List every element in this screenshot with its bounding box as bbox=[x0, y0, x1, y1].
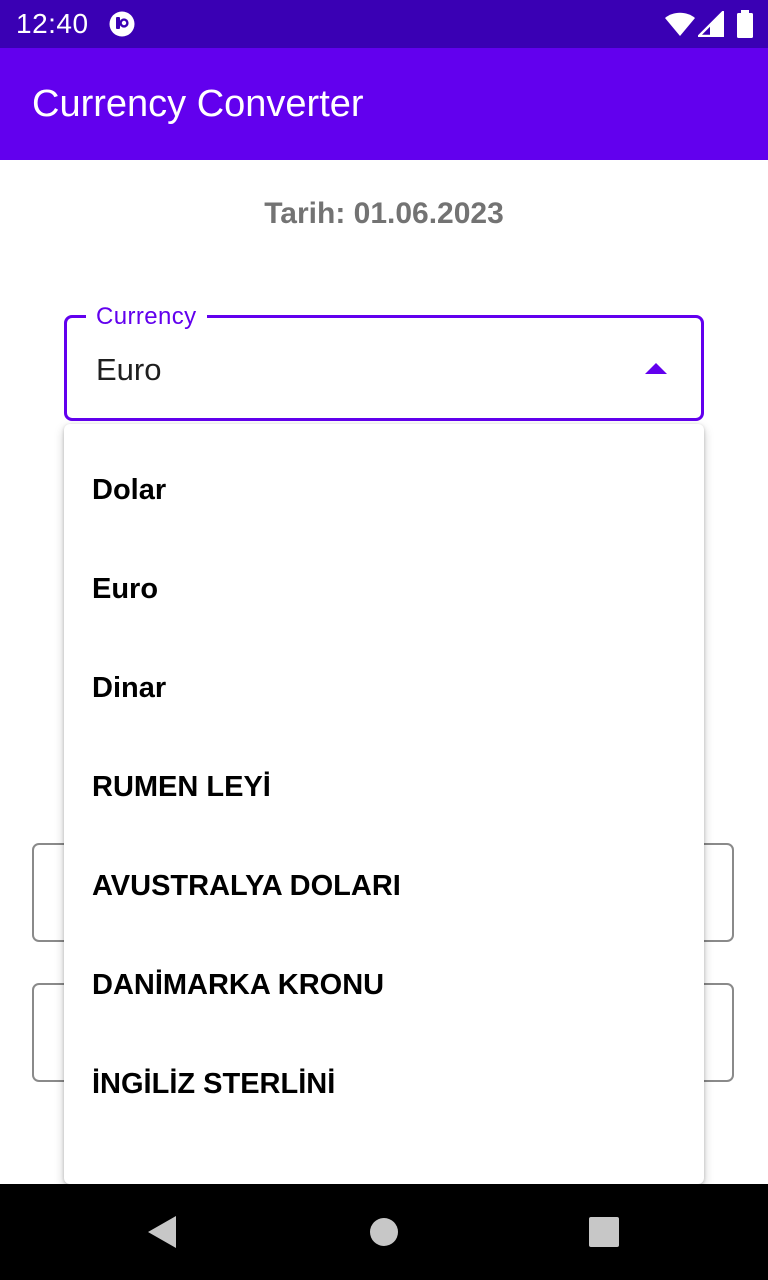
home-icon bbox=[370, 1218, 398, 1246]
dropdown-option-partial[interactable] bbox=[64, 1134, 704, 1184]
dropdown-option-ingiliz-sterlini[interactable]: İNGİLİZ STERLİNİ bbox=[64, 1035, 704, 1134]
app-title: Currency Converter bbox=[32, 83, 364, 125]
dropdown-option-dolar[interactable]: Dolar bbox=[64, 441, 704, 540]
currency-label: Currency bbox=[86, 302, 207, 332]
currency-dropdown-menu: Dolar Euro Dinar RUMEN LEYİ AVUSTRALYA D… bbox=[64, 424, 704, 1184]
dropdown-option-label: Dolar bbox=[92, 474, 167, 506]
dropdown-option-danimarka-kronu[interactable]: DANİMARKA KRONU bbox=[64, 936, 704, 1035]
signal-icon bbox=[698, 11, 724, 37]
dropdown-option-label: RUMEN LEYİ bbox=[92, 771, 271, 803]
status-icons bbox=[664, 10, 754, 38]
dropdown-option-euro[interactable]: Euro bbox=[64, 540, 704, 639]
dropdown-option-label: AVUSTRALYA DOLARI bbox=[92, 870, 401, 902]
recents-icon bbox=[589, 1217, 619, 1247]
back-button[interactable] bbox=[114, 1184, 210, 1280]
dropdown-option-label: DANİMARKA KRONU bbox=[92, 969, 385, 1001]
status-time: 12:40 bbox=[16, 8, 89, 39]
date-label: Tarih: 01.06.2023 bbox=[264, 197, 504, 230]
app-bar: Currency Converter bbox=[0, 48, 768, 160]
dropdown-option-dinar[interactable]: Dinar bbox=[64, 639, 704, 738]
currency-selected-value[interactable]: Euro bbox=[96, 350, 161, 390]
status-bar: 12:40 bbox=[0, 0, 768, 48]
dropdown-option-avustralya-dolari[interactable]: AVUSTRALYA DOLARI bbox=[64, 837, 704, 936]
dropdown-option-rumen-leyi[interactable]: RUMEN LEYİ bbox=[64, 738, 704, 837]
back-icon bbox=[148, 1216, 176, 1248]
wifi-icon bbox=[665, 12, 695, 36]
dropdown-option-label: İNGİLİZ STERLİNİ bbox=[92, 1068, 336, 1100]
dropdown-option-label: Dinar bbox=[92, 672, 167, 704]
battery-icon bbox=[737, 10, 753, 38]
caret-up-icon[interactable] bbox=[644, 361, 668, 375]
recents-button[interactable] bbox=[556, 1184, 652, 1280]
app-notification-icon bbox=[109, 11, 135, 37]
home-button[interactable] bbox=[336, 1184, 432, 1280]
screen: 12:40 Currency Converter Tarih: 01.06.20… bbox=[0, 0, 768, 1280]
navigation-bar bbox=[0, 1184, 768, 1280]
dropdown-option-label: Euro bbox=[92, 573, 159, 605]
